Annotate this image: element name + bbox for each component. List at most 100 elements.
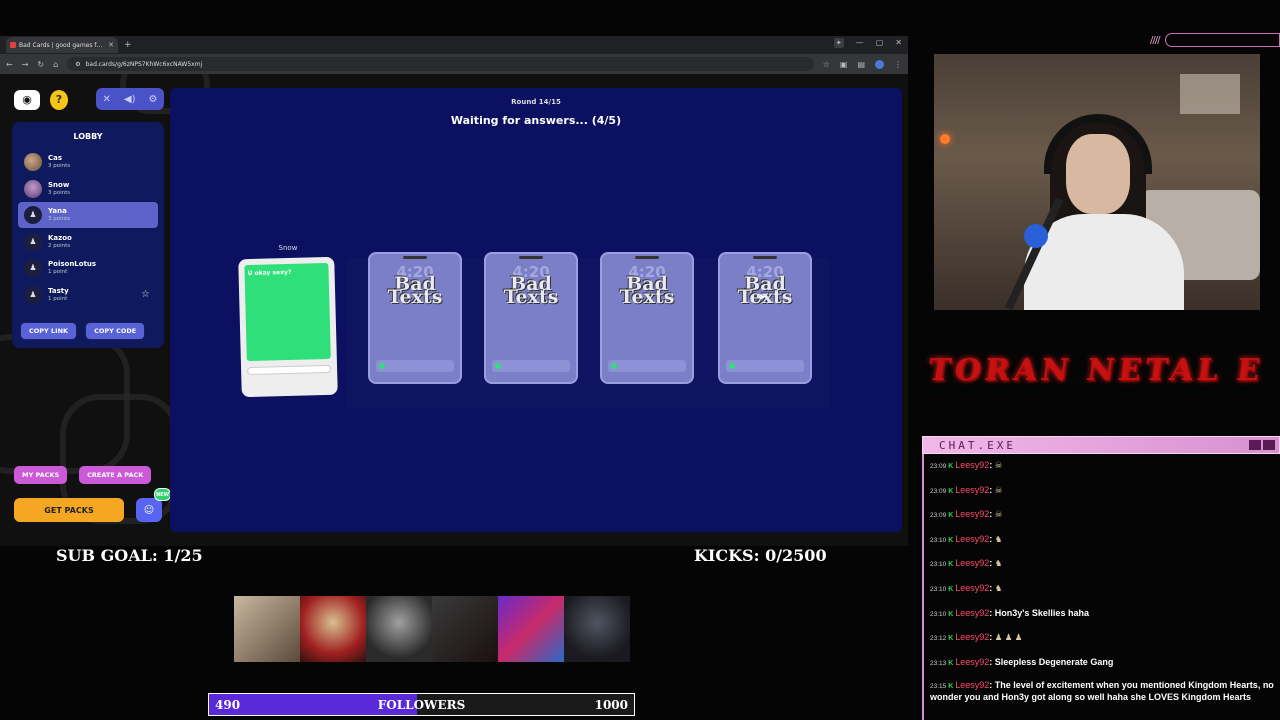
my-packs-button[interactable]: MY PACKS (14, 466, 68, 484)
card-brand-line2: Texts (387, 286, 443, 308)
face-down-card[interactable]: 4:20 Bad Texts (718, 252, 812, 384)
chat-username[interactable]: Leesy92 (955, 608, 989, 618)
face-down-card[interactable]: 4:20 Bad Texts (368, 252, 462, 384)
card-brand-line2: Texts (503, 286, 559, 308)
face-down-card[interactable]: 4:20 Bad Texts (600, 252, 694, 384)
chat-window-buttons (1249, 440, 1275, 450)
kick-badge-icon: K (946, 659, 956, 667)
sub-goal-text: SUB GOAL: 1/25 (56, 546, 203, 565)
chat-timestamp: 23:13 (930, 659, 947, 667)
player-row[interactable]: Cas 3 points (18, 149, 158, 175)
answer-author: Snow (278, 244, 298, 252)
kick-badge-icon: K (946, 536, 956, 544)
extension-icon[interactable]: ✦ (833, 38, 844, 48)
chat-username[interactable]: Leesy92 (955, 680, 989, 690)
answer-text: U okay sexy? (244, 262, 331, 362)
phone-notch (519, 256, 543, 259)
settings-gear-icon[interactable]: ⚙ (149, 94, 158, 105)
player-info: Cas 3 points (48, 154, 70, 170)
chat-timestamp: 23:10 (930, 585, 947, 593)
chat-username[interactable]: Leesy92 (955, 534, 989, 544)
chat-timestamp: 23:10 (930, 561, 947, 569)
tab-search-icon[interactable]: ▤ (857, 60, 865, 69)
streamer-name-banner: TORAN NETAL E (925, 352, 1267, 388)
answer-card[interactable]: U okay sexy? (238, 256, 338, 398)
player-name: Cas (48, 154, 63, 162)
close-tab-icon[interactable]: ✕ (108, 41, 114, 49)
chat-message: 23:10 K Leesy92: Hon3y's Skellies haha (930, 608, 1276, 620)
art-thumbnail (498, 596, 564, 662)
chat-emote-icon: ♞ (994, 582, 1003, 593)
discord-button[interactable]: ☺ (136, 498, 162, 522)
player-info: Snow 3 points (48, 181, 70, 197)
chat-text: Sleepless Degenerate Gang (994, 656, 1114, 667)
card-brand-line2: Texts (619, 286, 675, 308)
create-pack-button[interactable]: CREATE A PACK (79, 466, 152, 484)
car-thumbnail (432, 596, 498, 662)
mouse-cursor-icon: ➤ (758, 292, 767, 303)
chat-username[interactable]: Leesy92 (955, 460, 989, 470)
chat-minimize-icon (1249, 440, 1261, 450)
get-packs-button[interactable]: GET PACKS (14, 498, 124, 522)
chat-messages: 23:09 K Leesy92: ☠ 23:09 K Leesy92: ☠ 23:0… (922, 454, 1280, 720)
toolbar-actions: ☆ ▣ ▤ ⋮ (823, 59, 902, 69)
help-icon[interactable]: ? (50, 90, 68, 110)
chat-message: 23:10 K Leesy92: ♞ (930, 534, 1276, 546)
chat-username[interactable]: Leesy92 (955, 558, 989, 568)
player-points: 3 points (48, 216, 71, 222)
cat-thumbnail (234, 596, 300, 662)
lobby-panel: LOBBY Cas 3 points Snow 3 points ♟ Yana 3 poin… (12, 122, 164, 348)
chat-username[interactable]: Leesy92 (955, 583, 989, 593)
player-row[interactable]: ♟ Tasty 1 point ☆ (18, 282, 158, 308)
copy-code-button[interactable]: COPY CODE (85, 322, 146, 340)
chat-message: 23:13 K Leesy92: Sleepless Degenerate Ga… (930, 657, 1276, 669)
copy-link-button[interactable]: COPY LINK (20, 322, 78, 340)
maximize-icon[interactable]: ▢ (876, 38, 884, 48)
player-info: Kazoo 2 points (48, 234, 72, 250)
kick-badge-icon: K (946, 512, 956, 520)
favicon-icon (10, 42, 16, 48)
card-notification (376, 360, 454, 372)
site-info-icon[interactable]: ⚙ (75, 61, 80, 68)
close-window-icon[interactable]: ✕ (895, 38, 902, 48)
url-field[interactable]: ⚙ bad.cards/g/6zNPS7KhWc6xcNAW5xmj (67, 57, 814, 71)
kick-badge-icon: K (946, 585, 956, 593)
bad-cards-logo-icon[interactable]: ◉ (14, 90, 40, 110)
chat-message: 23:10 K Leesy92: ♞ (930, 558, 1276, 570)
back-icon[interactable]: ← (6, 60, 13, 69)
bookmark-star-icon[interactable]: ☆ (823, 60, 830, 69)
player-avatar: ♟ (24, 206, 42, 224)
player-row[interactable]: Snow 3 points (18, 176, 158, 202)
extensions-icon[interactable]: ▣ (840, 60, 848, 69)
chat-username[interactable]: Leesy92 (955, 657, 989, 667)
face-down-card[interactable]: 4:20 Bad Texts (484, 252, 578, 384)
favorite-star-icon[interactable]: ☆ (141, 289, 150, 300)
chat-title-bar: CHAT.EXE (922, 436, 1280, 454)
player-info: PoisonLotus 1 point (48, 260, 96, 276)
reload-icon[interactable]: ↻ (37, 60, 44, 69)
chat-message: 23:10 K Leesy92: ♞ (930, 583, 1276, 595)
menu-icon[interactable]: ⋮ (894, 60, 902, 69)
player-avatar (24, 153, 42, 171)
card-notification (608, 360, 686, 372)
browser-tab[interactable]: Bad Cards | good games for yo... ✕ (6, 37, 118, 53)
home-icon[interactable]: ⌂ (53, 60, 58, 69)
player-row[interactable]: ♟ PoisonLotus 1 point (18, 255, 158, 281)
profile-icon[interactable] (875, 59, 884, 69)
phone-notch (403, 256, 427, 259)
game-page: ◉ ? ✕ ◀) ⚙ LOBBY Cas 3 points Snow 3 points… (0, 74, 908, 546)
player-info: Yana 3 points (48, 207, 70, 223)
chat-username[interactable]: Leesy92 (955, 485, 989, 495)
minimize-icon[interactable]: — (856, 38, 864, 48)
player-row[interactable]: ♟ Kazoo 2 points (18, 229, 158, 255)
chat-username[interactable]: Leesy92 (955, 509, 989, 519)
chat-emote-icon: ☠ (994, 509, 1003, 520)
sound-icon[interactable]: ◀) (124, 94, 136, 105)
lobby-title: LOBBY (73, 132, 103, 141)
new-tab-icon[interactable]: + (124, 40, 132, 50)
decoration-pill (1165, 33, 1280, 47)
chat-username[interactable]: Leesy92 (955, 632, 989, 642)
forward-icon[interactable]: → (22, 60, 29, 69)
fullscreen-icon[interactable]: ✕ (103, 94, 111, 105)
player-row[interactable]: ♟ Yana 3 points (18, 202, 158, 228)
